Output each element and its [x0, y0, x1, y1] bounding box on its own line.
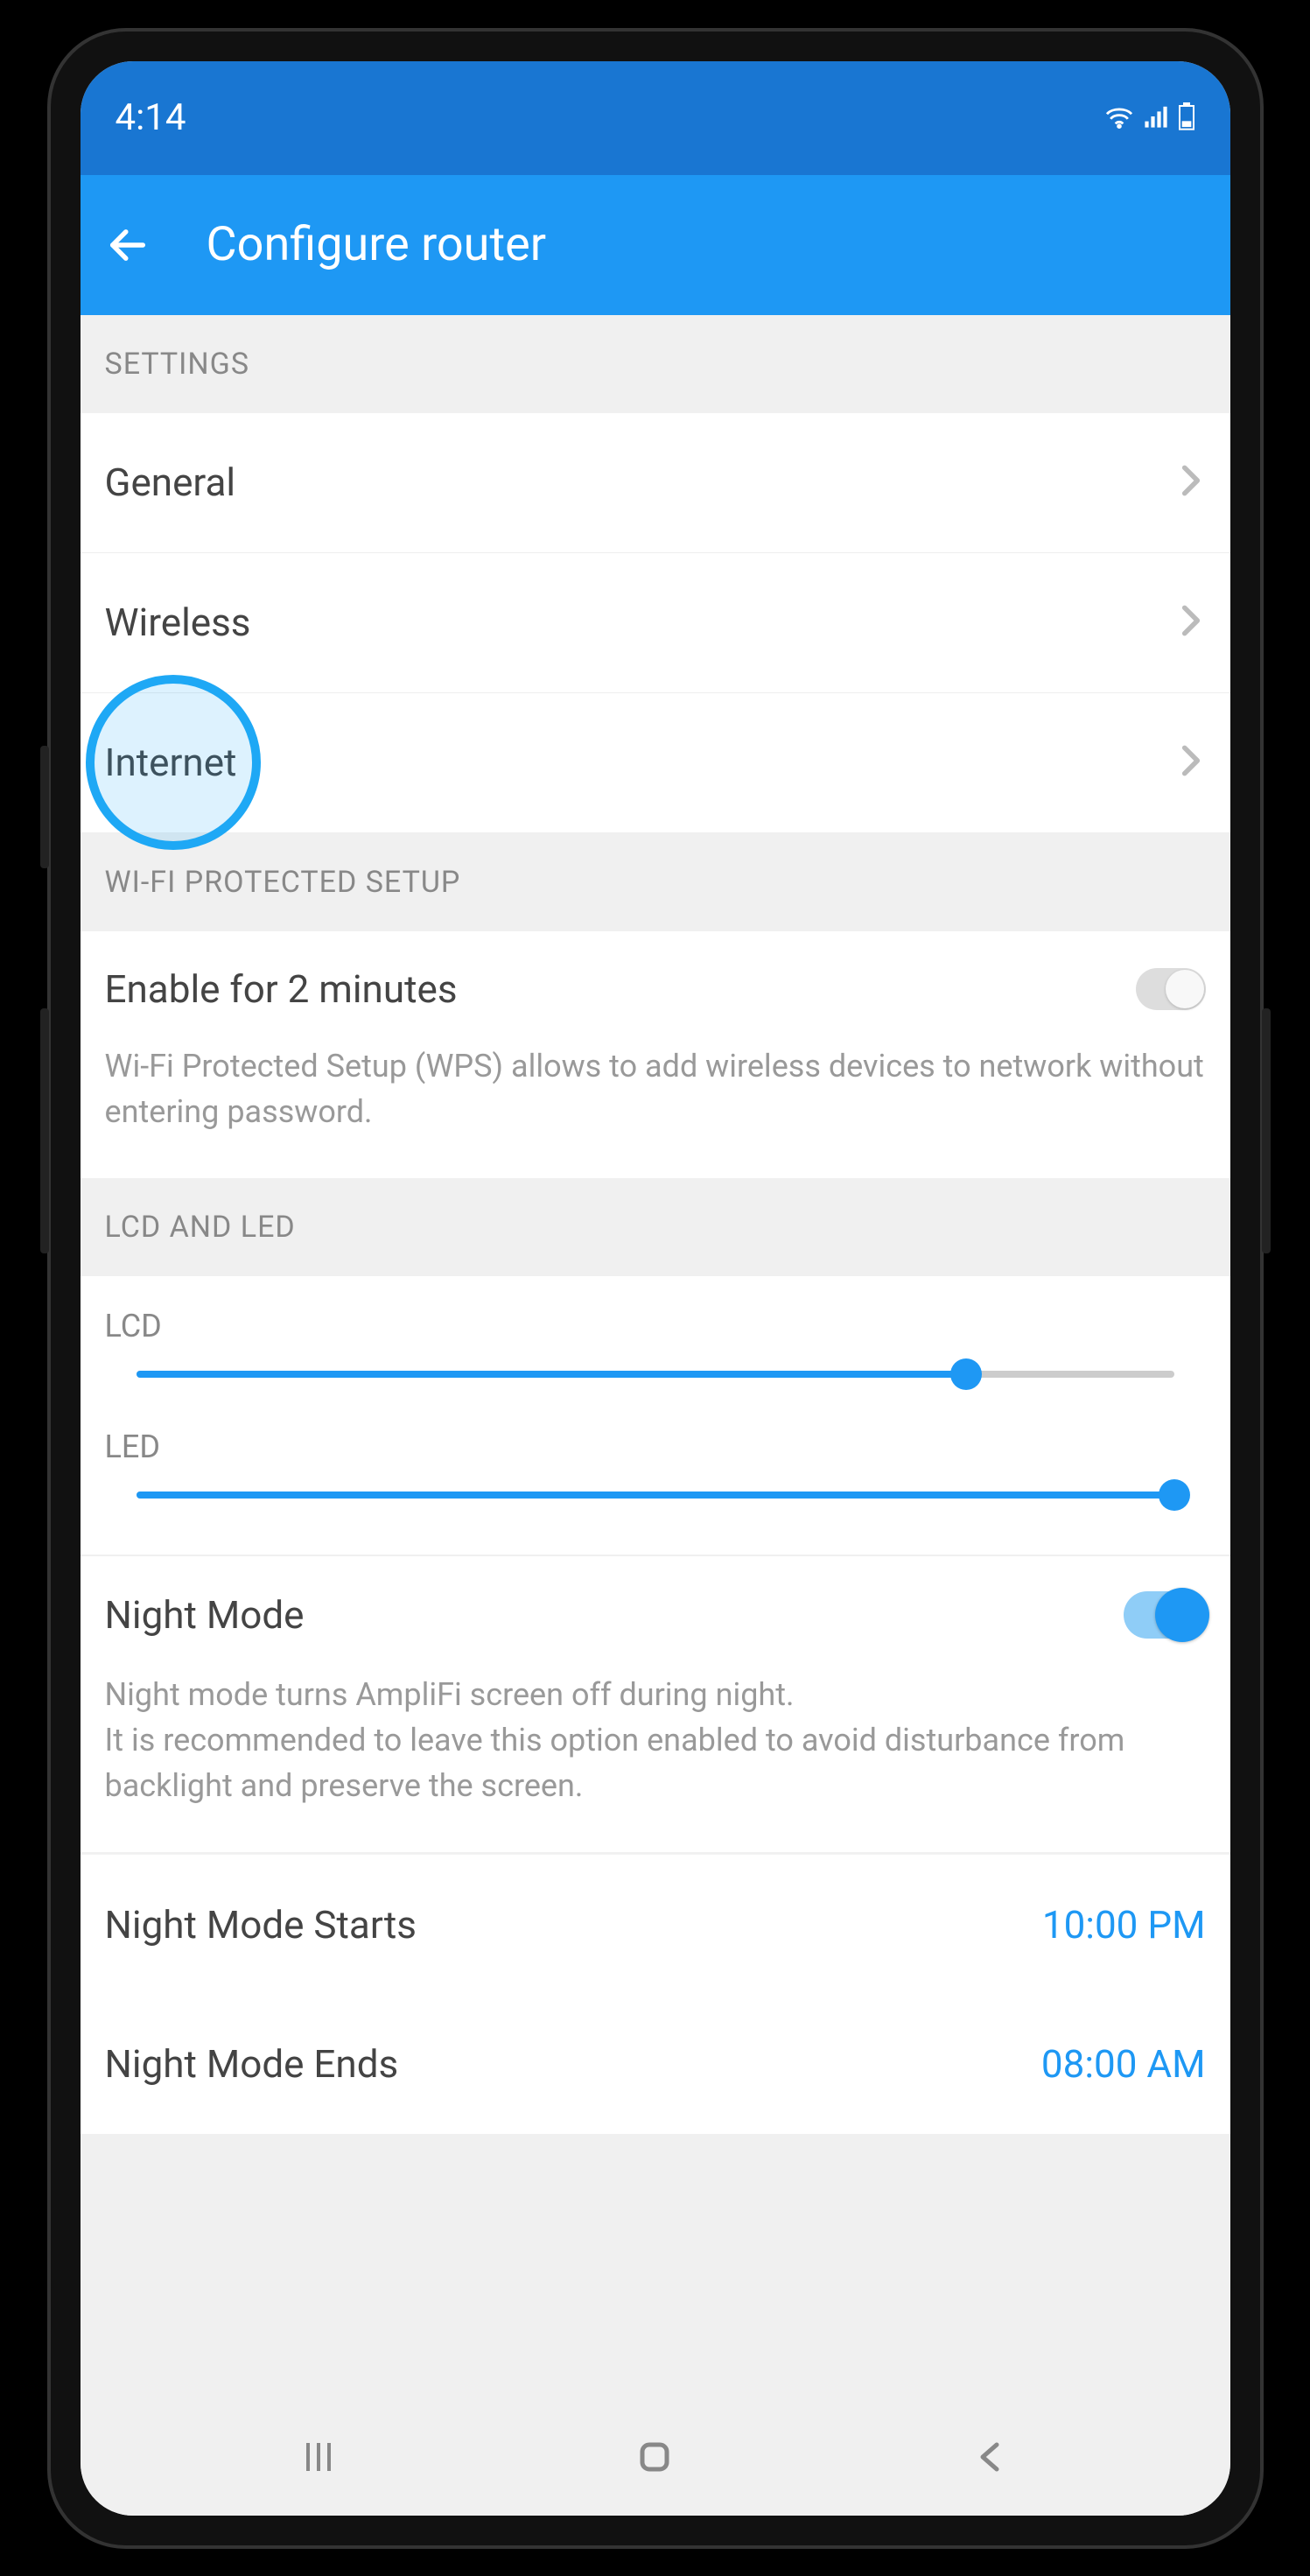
status-icons [1104, 102, 1195, 134]
volume-down-button [40, 1008, 49, 1253]
home-button[interactable] [634, 2436, 676, 2481]
row-label: General [105, 460, 236, 505]
chevron-right-icon [1176, 741, 1206, 783]
signal-icon [1143, 104, 1169, 132]
night-mode-toggle[interactable] [1124, 1591, 1206, 1639]
led-slider[interactable] [137, 1492, 1174, 1499]
chevron-right-icon [1176, 461, 1206, 503]
night-starts-value: 10:00 PM [1042, 1902, 1206, 1948]
android-back-button[interactable] [970, 2436, 1012, 2481]
night-mode-description: Night mode turns AmpliFi screen off duri… [105, 1672, 1206, 1809]
night-mode-label: Night Mode [105, 1592, 305, 1638]
night-mode-block: Night Mode Night mode turns AmpliFi scre… [81, 1556, 1230, 1853]
lcd-slider[interactable] [137, 1371, 1174, 1378]
row-night-ends[interactable]: Night Mode Ends 08:00 AM [81, 1994, 1230, 2134]
lcd-slider-fill [137, 1371, 967, 1378]
section-header-settings: SETTINGS [81, 315, 1230, 413]
lcd-label: LCD [105, 1308, 1206, 1344]
wps-enable-label: Enable for 2 minutes [105, 966, 458, 1012]
back-arrow-icon [105, 222, 151, 268]
lcd-led-block: LCD LED [81, 1276, 1230, 1555]
row-label: Internet [105, 740, 237, 785]
volume-up-button [40, 746, 49, 868]
night-ends-label: Night Mode Ends [105, 2041, 399, 2087]
row-wireless[interactable]: Wireless [81, 553, 1230, 693]
row-night-starts[interactable]: Night Mode Starts 10:00 PM [81, 1854, 1230, 1994]
back-button[interactable] [102, 219, 154, 271]
battery-icon [1178, 102, 1195, 134]
status-bar: 4:14 [81, 61, 1230, 175]
screen: 4:14 Configure [81, 61, 1230, 2516]
night-starts-label: Night Mode Starts [105, 1902, 417, 1948]
page-title: Configure router [207, 217, 547, 272]
row-general[interactable]: General [81, 413, 1230, 553]
led-label: LED [105, 1428, 1206, 1465]
row-label: Wireless [105, 600, 251, 645]
wifi-icon [1104, 104, 1134, 132]
night-ends-value: 08:00 AM [1041, 2041, 1206, 2087]
app-header: Configure router [81, 175, 1230, 315]
content-scroll[interactable]: SETTINGS General Wireless Internet [81, 315, 1230, 2402]
power-button [1262, 1008, 1271, 1253]
wps-toggle[interactable] [1136, 968, 1206, 1010]
android-nav-bar [81, 2402, 1230, 2516]
wps-block: Enable for 2 minutes Wi-Fi Protected Set… [81, 931, 1230, 1178]
chevron-right-icon [1176, 601, 1206, 643]
section-header-wps: WI-FI PROTECTED SETUP [81, 833, 1230, 931]
recents-button[interactable] [298, 2436, 340, 2481]
lcd-slider-thumb[interactable] [950, 1358, 982, 1390]
section-header-lcd-led: LCD AND LED [81, 1178, 1230, 1276]
status-time: 4:14 [116, 96, 186, 139]
led-slider-thumb[interactable] [1159, 1479, 1190, 1511]
wps-description: Wi-Fi Protected Setup (WPS) allows to ad… [105, 1043, 1206, 1134]
led-slider-fill [137, 1492, 1174, 1499]
phone-frame: 4:14 Configure [47, 28, 1264, 2549]
row-internet[interactable]: Internet [81, 693, 1230, 833]
